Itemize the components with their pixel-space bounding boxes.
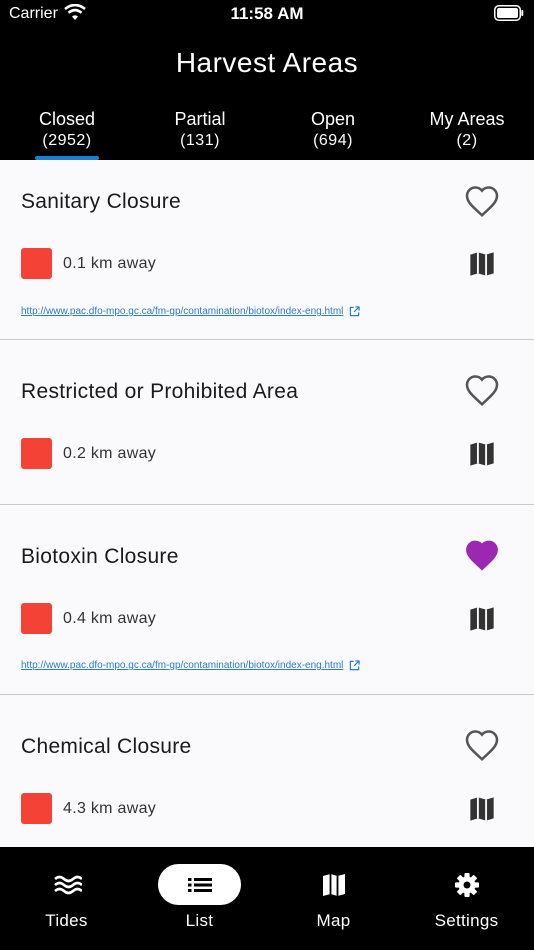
heart-outline-icon[interactable]	[464, 184, 500, 218]
map-icon[interactable]	[468, 795, 496, 823]
tab-closed[interactable]: Closed (2952)	[12, 108, 122, 152]
map-icon	[322, 874, 345, 896]
reference-link[interactable]: http://www.pac.dfo-mpo.gc.ca/fm-gp/conta…	[21, 660, 361, 671]
clock: 11:58 AM	[230, 4, 304, 23]
map-icon[interactable]	[468, 440, 496, 468]
tab-label: Open	[310, 109, 356, 129]
heart-filled-icon[interactable]	[464, 538, 500, 572]
waves-icon	[53, 875, 82, 895]
list-item[interactable]: Restricted or Prohibited Area 0.2 km awa…	[0, 340, 534, 505]
status-bar: Carrier 11:58 AM	[0, 0, 534, 30]
area-title: Chemical Closure	[21, 735, 192, 758]
map-icon[interactable]	[468, 250, 496, 278]
map-icon[interactable]	[468, 605, 496, 633]
tab-count: (2)	[456, 132, 478, 149]
area-title: Restricted or Prohibited Area	[21, 380, 299, 403]
list-icon	[187, 878, 212, 892]
tab-count: (2952)	[42, 132, 92, 149]
tab-open[interactable]: Open (694)	[278, 108, 388, 152]
tab-label: My Areas	[429, 109, 505, 129]
nav-map[interactable]: Map	[267, 847, 400, 950]
heart-outline-icon[interactable]	[464, 373, 500, 407]
list-item[interactable]: Sanitary Closure 0.1 km away http://www.…	[0, 160, 534, 340]
distance-label: 0.2 km away	[63, 445, 157, 462]
area-title: Sanitary Closure	[21, 190, 182, 213]
tab-my-areas[interactable]: My Areas (2)	[409, 108, 525, 152]
external-link-icon	[350, 306, 361, 317]
closure-status-indicator	[21, 793, 52, 824]
tab-label: Closed	[38, 109, 96, 129]
battery-icon	[494, 5, 524, 21]
gear-icon	[454, 873, 479, 897]
closure-status-indicator	[21, 603, 52, 634]
heart-outline-icon[interactable]	[464, 728, 500, 762]
nav-label: Map	[316, 911, 351, 930]
header: Harvest Areas Closed (2952) Partial (131…	[0, 30, 534, 160]
distance-label: 4.3 km away	[63, 800, 157, 817]
tab-label: Partial	[174, 109, 226, 129]
list-item[interactable]: Biotoxin Closure 0.4 km away http://www.…	[0, 505, 534, 695]
tab-count: (694)	[313, 132, 353, 149]
nav-settings[interactable]: Settings	[400, 847, 533, 950]
nav-label: List	[185, 911, 214, 930]
reference-link-text: http://www.pac.dfo-mpo.gc.ca/fm-gp/conta…	[21, 306, 344, 317]
distance-label: 0.1 km away	[63, 255, 157, 272]
nav-tides[interactable]: Tides	[0, 847, 133, 950]
bottom-nav: Tides List Map Settings	[0, 847, 534, 950]
closure-status-indicator	[21, 438, 52, 469]
harvest-area-list[interactable]: Sanitary Closure 0.1 km away http://www.…	[0, 160, 534, 847]
external-link-icon	[350, 660, 361, 671]
list-item[interactable]: Chemical Closure 4.3 km away	[0, 695, 534, 847]
distance-label: 0.4 km away	[63, 610, 157, 627]
reference-link[interactable]: http://www.pac.dfo-mpo.gc.ca/fm-gp/conta…	[21, 306, 361, 317]
nav-label: Settings	[434, 911, 499, 930]
closure-status-indicator	[21, 248, 52, 279]
tab-partial[interactable]: Partial (131)	[145, 108, 255, 152]
nav-list[interactable]: List	[133, 847, 266, 950]
reference-link-text: http://www.pac.dfo-mpo.gc.ca/fm-gp/conta…	[21, 660, 344, 671]
tab-count: (131)	[180, 132, 220, 149]
page-title: Harvest Areas	[175, 47, 359, 78]
area-title: Biotoxin Closure	[21, 545, 179, 568]
nav-label: Tides	[45, 911, 88, 930]
